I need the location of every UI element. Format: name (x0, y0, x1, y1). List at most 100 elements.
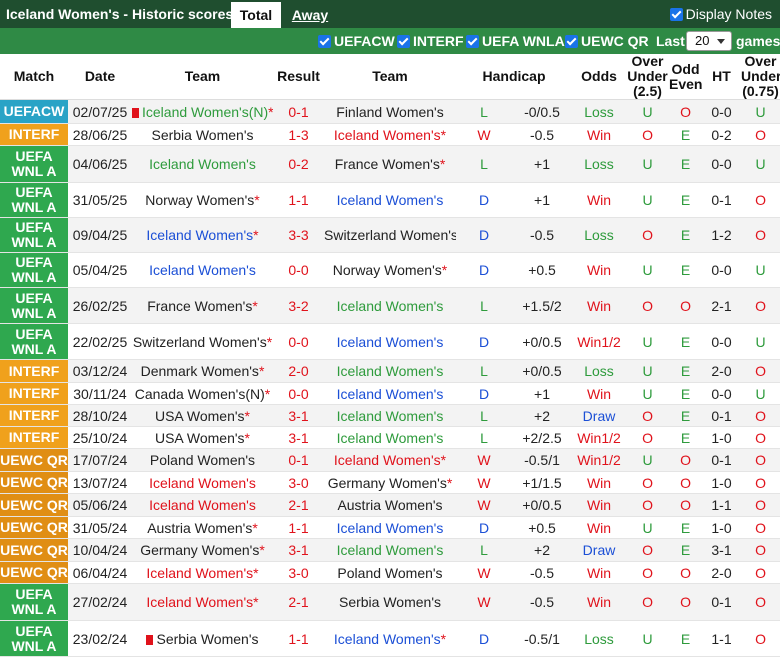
table-row[interactable]: INTERF 28/10/24 USA Women's* 3-1 Iceland Wom… (0, 404, 780, 427)
home-team-cell[interactable]: Iceland Women's* (132, 217, 273, 253)
competition-badge[interactable]: INTERF (0, 359, 68, 383)
result-cell[interactable]: 1-1 (273, 516, 324, 539)
away-team-cell[interactable]: Germany Women's* (324, 471, 456, 494)
competition-badge[interactable]: UEWC QR (0, 561, 68, 584)
competition-badge[interactable]: INTERF (0, 426, 68, 449)
home-team[interactable]: Canada Women's(N) (135, 386, 265, 402)
score[interactable]: 0-0 (288, 262, 308, 278)
score[interactable]: 1-3 (288, 127, 308, 143)
competition-badge[interactable]: INTERF (0, 404, 68, 427)
checkbox-icon[interactable] (466, 34, 479, 48)
filter-uefa-wnla[interactable]: UEFA WNLA (466, 33, 565, 49)
away-team[interactable]: Iceland Women's (334, 631, 441, 647)
home-team[interactable]: Serbia Women's (151, 127, 253, 143)
away-team[interactable]: Switzerland Women's (324, 227, 456, 243)
score[interactable]: 1-1 (288, 192, 308, 208)
score[interactable]: 0-0 (288, 386, 308, 402)
result-cell[interactable]: 1-1 (273, 620, 324, 657)
table-row[interactable]: UEFA WNL A 23/02/24 Serbia Women's 1-1 Icela… (0, 620, 780, 657)
away-team-cell[interactable]: Finland Women's (324, 99, 456, 124)
away-team-cell[interactable]: Iceland Women's (324, 516, 456, 539)
home-team[interactable]: Denmark Women's (141, 363, 259, 379)
away-team-cell[interactable]: Iceland Women's (324, 182, 456, 218)
competition-badge[interactable]: UEFA WNL A (0, 287, 68, 324)
table-row[interactable]: UEWC QR 06/04/24 Iceland Women's* 3-0 Poland… (0, 561, 780, 584)
result-cell[interactable]: 3-0 (273, 561, 324, 584)
home-team-cell[interactable]: Austria Women's* (132, 516, 273, 539)
home-team[interactable]: Iceland Women's(N) (142, 104, 268, 120)
competition-badge[interactable]: UEFA WNL A (0, 145, 68, 183)
score[interactable]: 3-3 (288, 227, 308, 243)
away-team[interactable]: Germany Women's (328, 475, 447, 491)
home-team-cell[interactable]: Canada Women's(N)* (132, 382, 273, 405)
table-row[interactable]: UEWC QR 10/04/24 Germany Women's* 3-1 Icelan… (0, 538, 780, 562)
result-cell[interactable]: 2-1 (273, 493, 324, 517)
score[interactable]: 3-0 (288, 565, 308, 581)
result-cell[interactable]: 3-1 (273, 404, 324, 427)
score[interactable]: 1-1 (288, 631, 308, 647)
result-cell[interactable]: 0-0 (273, 382, 324, 405)
home-team[interactable]: Poland Women's (150, 452, 255, 468)
home-team[interactable]: Iceland Women's (149, 475, 256, 491)
away-team-cell[interactable]: Iceland Women's (324, 426, 456, 449)
away-team[interactable]: Iceland Women's (334, 452, 441, 468)
away-team[interactable]: Poland Women's (337, 565, 442, 581)
table-row[interactable]: INTERF 03/12/24 Denmark Women's* 2-0 Iceland… (0, 359, 780, 383)
score[interactable]: 0-1 (288, 452, 308, 468)
home-team-cell[interactable]: Germany Women's* (132, 538, 273, 562)
away-team-cell[interactable]: Iceland Women's (324, 323, 456, 360)
home-team[interactable]: Iceland Women's (146, 594, 253, 610)
last-games-select[interactable]: 20 (686, 31, 732, 51)
away-team[interactable]: Austria Women's (337, 497, 442, 513)
home-team[interactable]: Switzerland Women's (133, 334, 267, 350)
away-team-cell[interactable]: Iceland Women's (324, 287, 456, 324)
away-team[interactable]: Iceland Women's (337, 298, 444, 314)
table-row[interactable]: UEFA WNL A 31/05/25 Norway Women's* 1-1 Icel… (0, 182, 780, 218)
competition-badge[interactable]: UEFACW (0, 99, 68, 124)
competition-badge[interactable]: INTERF (0, 123, 68, 146)
away-team-cell[interactable]: Iceland Women's (324, 404, 456, 427)
away-team[interactable]: Iceland Women's (337, 363, 444, 379)
home-team[interactable]: Norway Women's (145, 192, 254, 208)
home-team-cell[interactable]: France Women's* (132, 287, 273, 324)
table-row[interactable]: UEFA WNL A 04/06/25 Iceland Women's 0-2 Fran… (0, 145, 780, 183)
competition-badge[interactable]: UEWC QR (0, 493, 68, 517)
checkbox-icon[interactable] (397, 34, 410, 48)
result-cell[interactable]: 1-1 (273, 182, 324, 218)
away-team[interactable]: Iceland Women's (337, 408, 444, 424)
home-team-cell[interactable]: Poland Women's (132, 448, 273, 472)
home-team[interactable]: Iceland Women's (149, 156, 256, 172)
home-team[interactable]: USA Women's (155, 408, 245, 424)
away-team[interactable]: Iceland Women's (334, 127, 441, 143)
table-row[interactable]: UEFA WNL A 26/02/25 France Women's* 3-2 Icel… (0, 287, 780, 324)
competition-badge[interactable]: UEWC QR (0, 471, 68, 494)
away-team-cell[interactable]: Poland Women's (324, 561, 456, 584)
score[interactable]: 3-1 (288, 542, 308, 558)
home-team-cell[interactable]: Iceland Women's (132, 145, 273, 183)
away-team[interactable]: Finland Women's (336, 104, 443, 120)
result-cell[interactable]: 2-0 (273, 359, 324, 383)
result-cell[interactable]: 0-0 (273, 323, 324, 360)
result-cell[interactable]: 0-2 (273, 145, 324, 183)
away-team[interactable]: Iceland Women's (337, 430, 444, 446)
home-team[interactable]: France Women's (147, 298, 252, 314)
away-team[interactable]: Iceland Women's (337, 386, 444, 402)
competition-badge[interactable]: UEFA WNL A (0, 620, 68, 657)
away-team-cell[interactable]: Iceland Women's (324, 538, 456, 562)
home-team-cell[interactable]: Iceland Women's (132, 252, 273, 288)
competition-badge[interactable]: UEFA WNL A (0, 323, 68, 360)
result-cell[interactable]: 3-1 (273, 538, 324, 562)
away-team[interactable]: Iceland Women's (337, 334, 444, 350)
away-team[interactable]: Iceland Women's (337, 542, 444, 558)
away-team-cell[interactable]: Iceland Women's* (324, 123, 456, 146)
home-team[interactable]: Iceland Women's (146, 565, 253, 581)
score[interactable]: 3-1 (288, 430, 308, 446)
result-cell[interactable]: 1-3 (273, 123, 324, 146)
table-row[interactable]: UEFA WNL A 05/04/25 Iceland Women's 0-0 Norw… (0, 252, 780, 288)
checkbox-icon[interactable] (669, 7, 683, 21)
score[interactable]: 2-1 (288, 497, 308, 513)
checkbox-icon[interactable] (318, 34, 331, 48)
competition-badge[interactable]: UEWC QR (0, 516, 68, 539)
competition-badge[interactable]: UEFA WNL A (0, 583, 68, 621)
filter-interf[interactable]: INTERF (397, 33, 464, 49)
